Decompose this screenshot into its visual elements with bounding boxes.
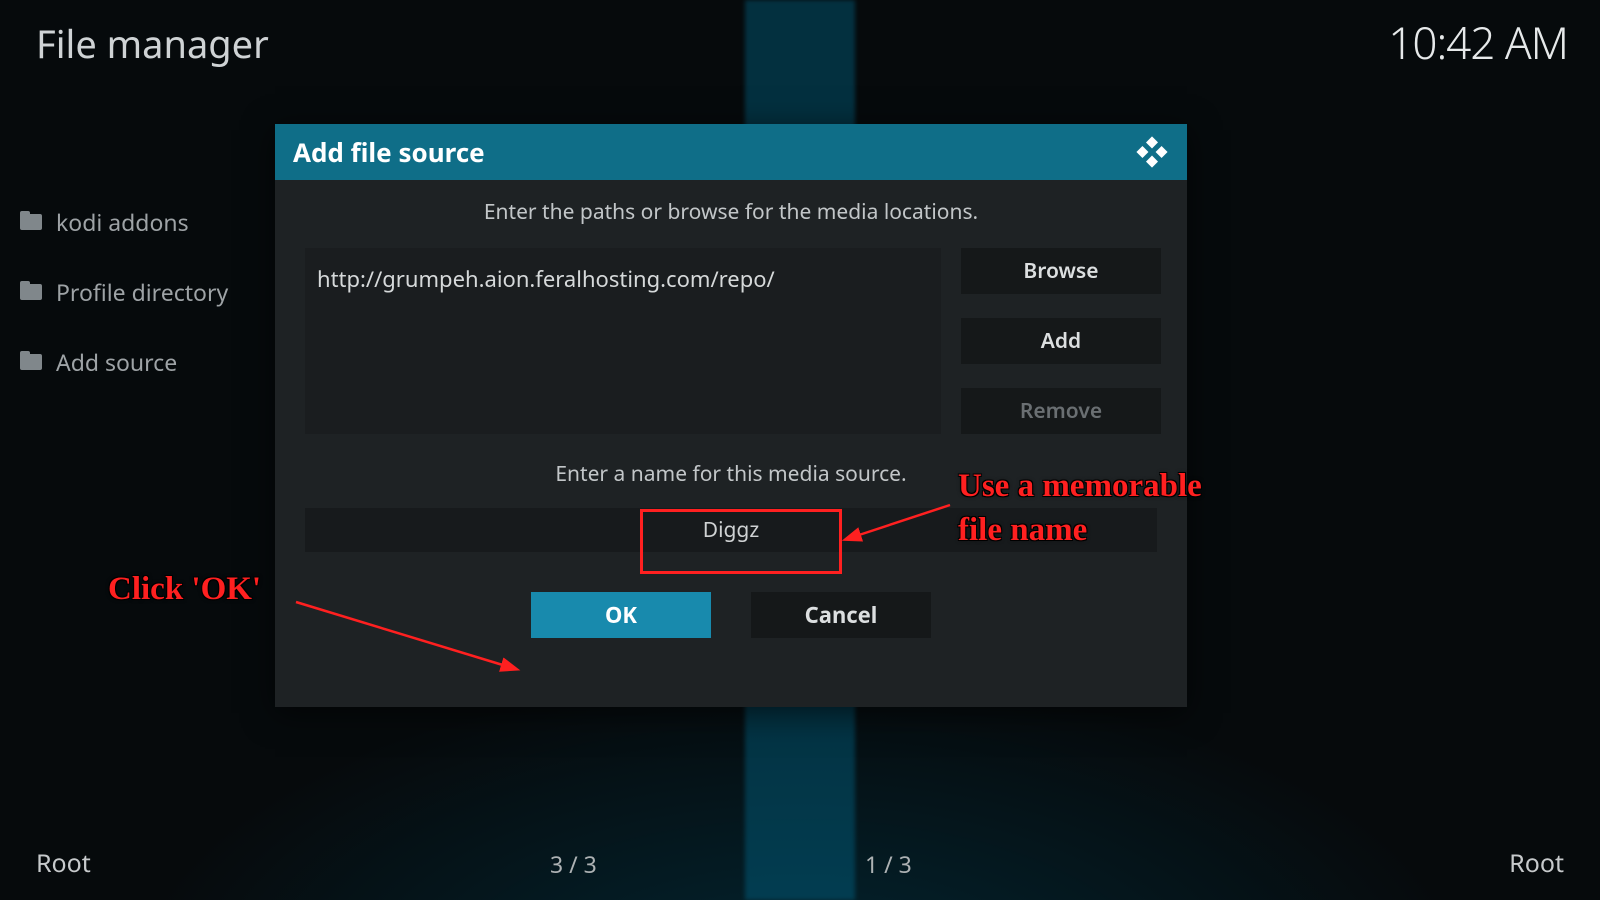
folder-icon (20, 354, 42, 370)
status-left-count: 3 / 3 (550, 848, 597, 880)
status-left-root: Root (36, 846, 91, 880)
kodi-screen: File manager 10:42 AM kodi addons Profil… (0, 0, 1600, 900)
ok-button[interactable]: OK (531, 592, 711, 638)
dialog-body: Enter the paths or browse for the media … (275, 198, 1187, 725)
status-right-count: 1 / 3 (865, 848, 912, 880)
kodi-logo-icon (1135, 135, 1169, 169)
annotation-memorable-line1: Use a memorable (958, 466, 1202, 507)
add-path-button[interactable]: Add (961, 318, 1161, 364)
dialog-titlebar: Add file source (275, 124, 1187, 180)
list-item-label: Add source (56, 346, 177, 378)
path-buttons: Browse Add Remove (961, 248, 1161, 434)
annotation-memorable-line2: file name (958, 510, 1087, 551)
clock: 10:42 AM (1388, 12, 1568, 72)
path-input[interactable]: http://grumpeh.aion.feralhosting.com/rep… (305, 248, 941, 434)
paths-row: http://grumpeh.aion.feralhosting.com/rep… (275, 226, 1187, 434)
dialog-title: Add file source (293, 134, 485, 170)
dialog-footer-buttons: OK Cancel (275, 592, 1187, 638)
list-item-label: kodi addons (56, 206, 189, 238)
list-item[interactable]: Profile directory (20, 268, 270, 316)
add-file-source-dialog: Add file source Enter the paths or brows… (275, 124, 1187, 707)
remove-path-button: Remove (961, 388, 1161, 434)
list-item-label: Profile directory (56, 276, 228, 308)
status-right-root: Root (1509, 846, 1564, 880)
browse-button[interactable]: Browse (961, 248, 1161, 294)
list-item[interactable]: Add source (20, 338, 270, 386)
file-source-list-left: kodi addons Profile directory Add source (20, 198, 270, 408)
list-item[interactable]: kodi addons (20, 198, 270, 246)
folder-icon (20, 284, 42, 300)
cancel-button[interactable]: Cancel (751, 592, 931, 638)
page-title: File manager (36, 18, 269, 70)
paths-instruction: Enter the paths or browse for the media … (275, 198, 1187, 226)
annotation-click-ok: Click 'OK' (108, 569, 261, 610)
folder-icon (20, 214, 42, 230)
